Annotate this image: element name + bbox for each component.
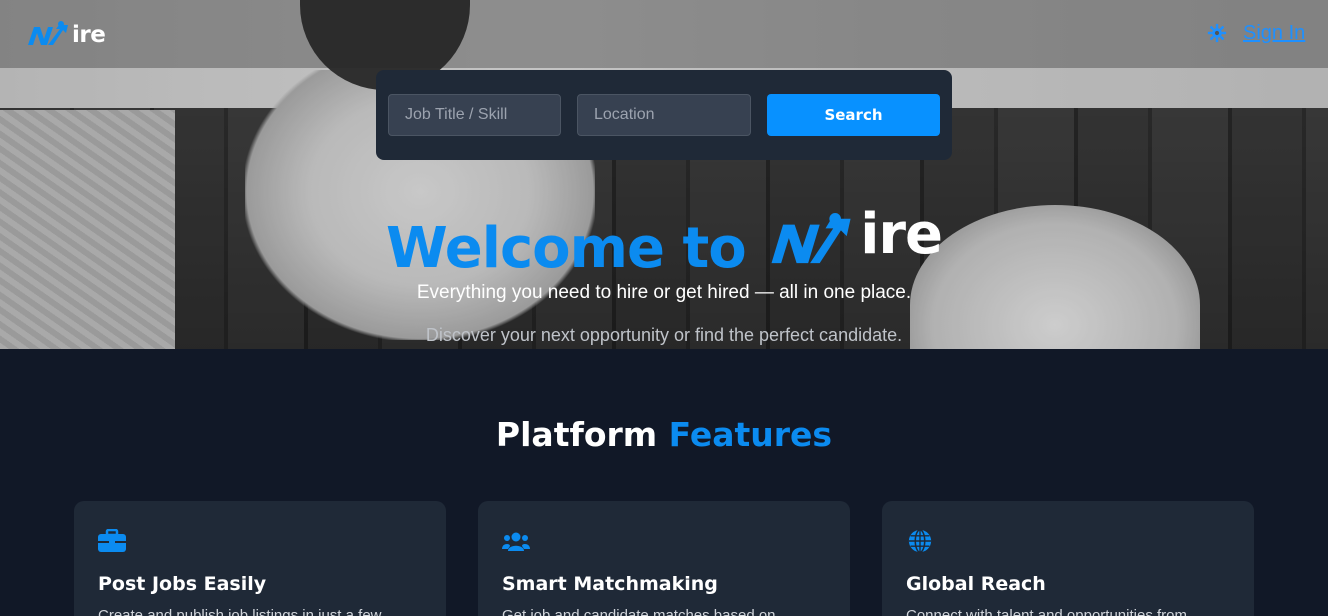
feature-card-post-jobs: Post Jobs Easily Create and publish job …	[74, 501, 446, 616]
logo-mark-icon	[28, 21, 68, 45]
globe-icon	[908, 529, 932, 553]
feature-text: Get job and candidate matches based on	[502, 607, 776, 616]
hero-subtitle: Discover your next opportunity or find t…	[425, 325, 903, 345]
hero-tagline: Everything you need to hire or get hired…	[416, 282, 912, 303]
feature-title: Global Reach	[906, 573, 1046, 595]
top-navbar: ire Sign In	[0, 0, 1328, 68]
feature-text: Create and publish job listings in just …	[98, 607, 382, 616]
location-input[interactable]	[577, 94, 751, 136]
page: ire Sign In Search Welcome to ire Everyt…	[0, 0, 1328, 616]
hero-title: Welcome to ire	[386, 202, 943, 281]
features-section: Platform Features Post Jobs Easily Creat…	[0, 349, 1328, 616]
feature-title: Post Jobs Easily	[98, 573, 267, 595]
hero-brand: ire	[764, 202, 943, 267]
feature-text: Connect with talent and opportunities fr…	[906, 607, 1187, 616]
gear-icon[interactable]	[1207, 23, 1227, 43]
brand-mark-icon	[771, 213, 851, 264]
job-title-input[interactable]	[388, 94, 561, 136]
search-button[interactable]: Search	[767, 94, 940, 136]
features-heading: Platform Features	[495, 415, 833, 454]
nxhire-logo[interactable]: ire	[26, 20, 106, 50]
feature-card-global-reach: Global Reach Connect with talent and opp…	[882, 501, 1254, 616]
search-bar: Search	[376, 70, 952, 160]
logo-text: ire	[72, 22, 106, 48]
feature-title: Smart Matchmaking	[502, 573, 718, 595]
users-icon	[502, 532, 530, 551]
briefcase-icon	[98, 529, 126, 552]
feature-card-matchmaking: Smart Matchmaking Get job and candidate …	[478, 501, 850, 616]
sign-in-link[interactable]: Sign In	[1243, 22, 1305, 45]
